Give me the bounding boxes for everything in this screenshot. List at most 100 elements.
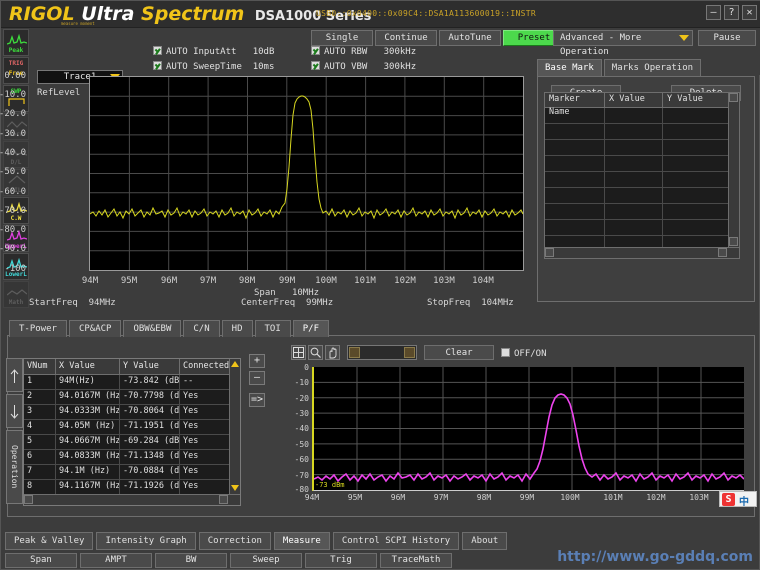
single-button[interactable]: Single [311, 30, 373, 46]
marker-col-y-value: Y Value [663, 93, 729, 107]
auto-rbw-checkbox[interactable]: AUTO RBW 300kHz [311, 45, 416, 57]
x-tick-5: 99M [270, 276, 304, 286]
scroll-up-icon[interactable] [231, 361, 239, 367]
bw-button[interactable]: BW [155, 553, 227, 568]
x-tick-6: 100M [309, 276, 343, 286]
scroll-down-icon[interactable] [231, 485, 239, 491]
tab-p-f[interactable]: P/F [293, 320, 329, 337]
operation-label-button[interactable]: Operation [6, 430, 23, 504]
pf-data-table[interactable]: VNum X Value Y Value Connected 1 94M(Hz)… [23, 358, 241, 506]
tab-peak-and-valley[interactable]: Peak & Valley [5, 532, 93, 550]
table-row[interactable]: 3 94.0333M (Hz -70.8064 (dB Yes [24, 405, 240, 420]
span-button[interactable]: Span [5, 553, 77, 568]
tab-obw-ebw[interactable]: OBW&EBW [123, 320, 181, 337]
table-row[interactable] [545, 124, 739, 140]
zoom-out-button[interactable]: – [249, 371, 265, 385]
tracemath-button[interactable]: TraceMath [380, 553, 452, 568]
start-freq-value: 94MHz [89, 298, 116, 308]
y-tick-0: 0.00 [0, 71, 26, 81]
table-row[interactable]: 7 94.1M (Hz) -70.0884 (dB Yes [24, 465, 240, 480]
tab-measure[interactable]: Measure [274, 532, 330, 550]
sweep-button[interactable]: Sweep [230, 553, 302, 568]
table-row[interactable]: 2 94.0167M (Hz -70.7798 (dB Yes [24, 390, 240, 405]
pf-plot-area[interactable]: -73 dBm [312, 367, 744, 491]
help-icon[interactable]: ? [724, 5, 739, 20]
table-row[interactable]: 6 94.0833M (Hz -71.1348 (dB Yes [24, 450, 240, 465]
clear-button[interactable]: Clear [424, 345, 494, 360]
tab-c-n[interactable]: C/N [183, 320, 219, 337]
ime-indicator[interactable]: S 中 [719, 491, 757, 507]
peak-icon[interactable]: Peak [3, 29, 29, 56]
scroll-down-icon[interactable] [729, 237, 738, 246]
hand-icon[interactable] [325, 345, 340, 360]
sub-brand-text: measure moment [61, 21, 95, 26]
table-row[interactable] [545, 172, 739, 188]
b-x-tick-1: 95M [340, 493, 370, 502]
table-row[interactable] [545, 220, 739, 236]
pf-table-vertical-scrollbar[interactable] [229, 359, 240, 505]
tab-base-mark[interactable]: Base Mark [537, 59, 602, 76]
tab-correction[interactable]: Correction [199, 532, 271, 550]
offon-checkbox[interactable]: OFF/ON [501, 347, 547, 359]
spectrum-plot-area[interactable] [89, 76, 524, 271]
pf-table-horizontal-scrollbar[interactable] [24, 494, 240, 505]
cell-x: 94M(Hz) [56, 375, 120, 389]
tab-marks-operation[interactable]: Marks Operation [604, 59, 701, 76]
trace-position-slider[interactable] [347, 345, 417, 360]
pf-scatter-chart: -73 dBm 0 -10 -20 -30 -40 -50 -60 -70 -8… [289, 367, 751, 509]
scroll-up-icon[interactable] [729, 93, 738, 102]
tab-intensity-graph[interactable]: Intensity Graph [96, 532, 195, 550]
scroll-right-icon[interactable] [718, 248, 727, 257]
marker-table-vertical-scrollbar[interactable] [728, 93, 739, 258]
start-freq-readout: StartFreq 94MHz [29, 298, 116, 308]
scroll-right-icon[interactable] [219, 495, 228, 504]
table-row[interactable]: 1 94M(Hz) -73.842 (dBm -- [24, 375, 240, 390]
trig-button[interactable]: Trig [305, 553, 377, 568]
scroll-left-icon[interactable] [545, 248, 554, 257]
zoom-in-button[interactable]: + [249, 354, 265, 368]
tab-about[interactable]: About [462, 532, 507, 550]
slider-right-arrow-icon[interactable] [404, 347, 415, 358]
transfer-button[interactable]: => [249, 393, 265, 407]
table-row[interactable]: 5 94.0667M (Hz -69.284 (dBm Yes [24, 435, 240, 450]
marker-table[interactable]: Marker Name X Value Y Value [544, 92, 740, 259]
table-row[interactable] [545, 188, 739, 204]
scroll-left-icon[interactable] [24, 495, 33, 504]
marker-table-horizontal-scrollbar[interactable] [545, 247, 739, 258]
table-row[interactable] [545, 140, 739, 156]
b-x-tick-8: 102M [641, 493, 671, 502]
table-row[interactable] [545, 204, 739, 220]
pause-button[interactable]: Pause [698, 30, 756, 46]
pf-table-body: 1 94M(Hz) -73.842 (dBm -- 2 94.0167M (Hz… [24, 375, 240, 506]
b-x-tick-2: 96M [383, 493, 413, 502]
math-icon[interactable]: Math [3, 281, 29, 308]
ampt-button[interactable]: AMPT [80, 553, 152, 568]
tab-hd[interactable]: HD [222, 320, 253, 337]
tab-toi[interactable]: TOI [255, 320, 291, 337]
table-row[interactable]: 8 94.1167M (Hz -71.1926 (dB Yes [24, 480, 240, 495]
autotune-button[interactable]: AutoTune [439, 30, 501, 46]
close-icon[interactable]: ✕ [742, 5, 757, 20]
zoom-icon[interactable] [308, 345, 323, 360]
table-row[interactable] [545, 156, 739, 172]
slider-left-arrow-icon[interactable] [349, 347, 360, 358]
minimize-icon[interactable]: – [706, 5, 721, 20]
tab-t-power[interactable]: T-Power [9, 320, 67, 337]
span-label: Span [254, 288, 276, 298]
advanced-operation-dropdown[interactable]: Advanced - More Operation [553, 30, 693, 46]
cell-vnum: 2 [24, 390, 56, 404]
table-row[interactable]: 4 94.05M (Hz) -71.1951 (dB Yes [24, 420, 240, 435]
crosshair-icon[interactable] [291, 345, 306, 360]
auto-input-att-label: AUTO InputAtt [166, 47, 236, 57]
arrow-up-icon[interactable] [6, 358, 23, 392]
cell-y: -70.7798 (dB [120, 390, 180, 404]
arrow-down-icon[interactable] [6, 394, 23, 428]
trig-icon-label: TRIG [4, 60, 28, 67]
tab-cp-acp[interactable]: CP&ACP [69, 320, 122, 337]
tab-control-scpi-history[interactable]: Control SCPI History [333, 532, 459, 550]
cell-x: 94.0667M (Hz [56, 435, 120, 449]
auto-input-att-checkbox[interactable]: AUTO InputAtt 10dB [153, 45, 274, 57]
table-row[interactable] [545, 108, 739, 124]
continue-button[interactable]: Continue [375, 30, 437, 46]
cell-vnum: 8 [24, 480, 56, 494]
